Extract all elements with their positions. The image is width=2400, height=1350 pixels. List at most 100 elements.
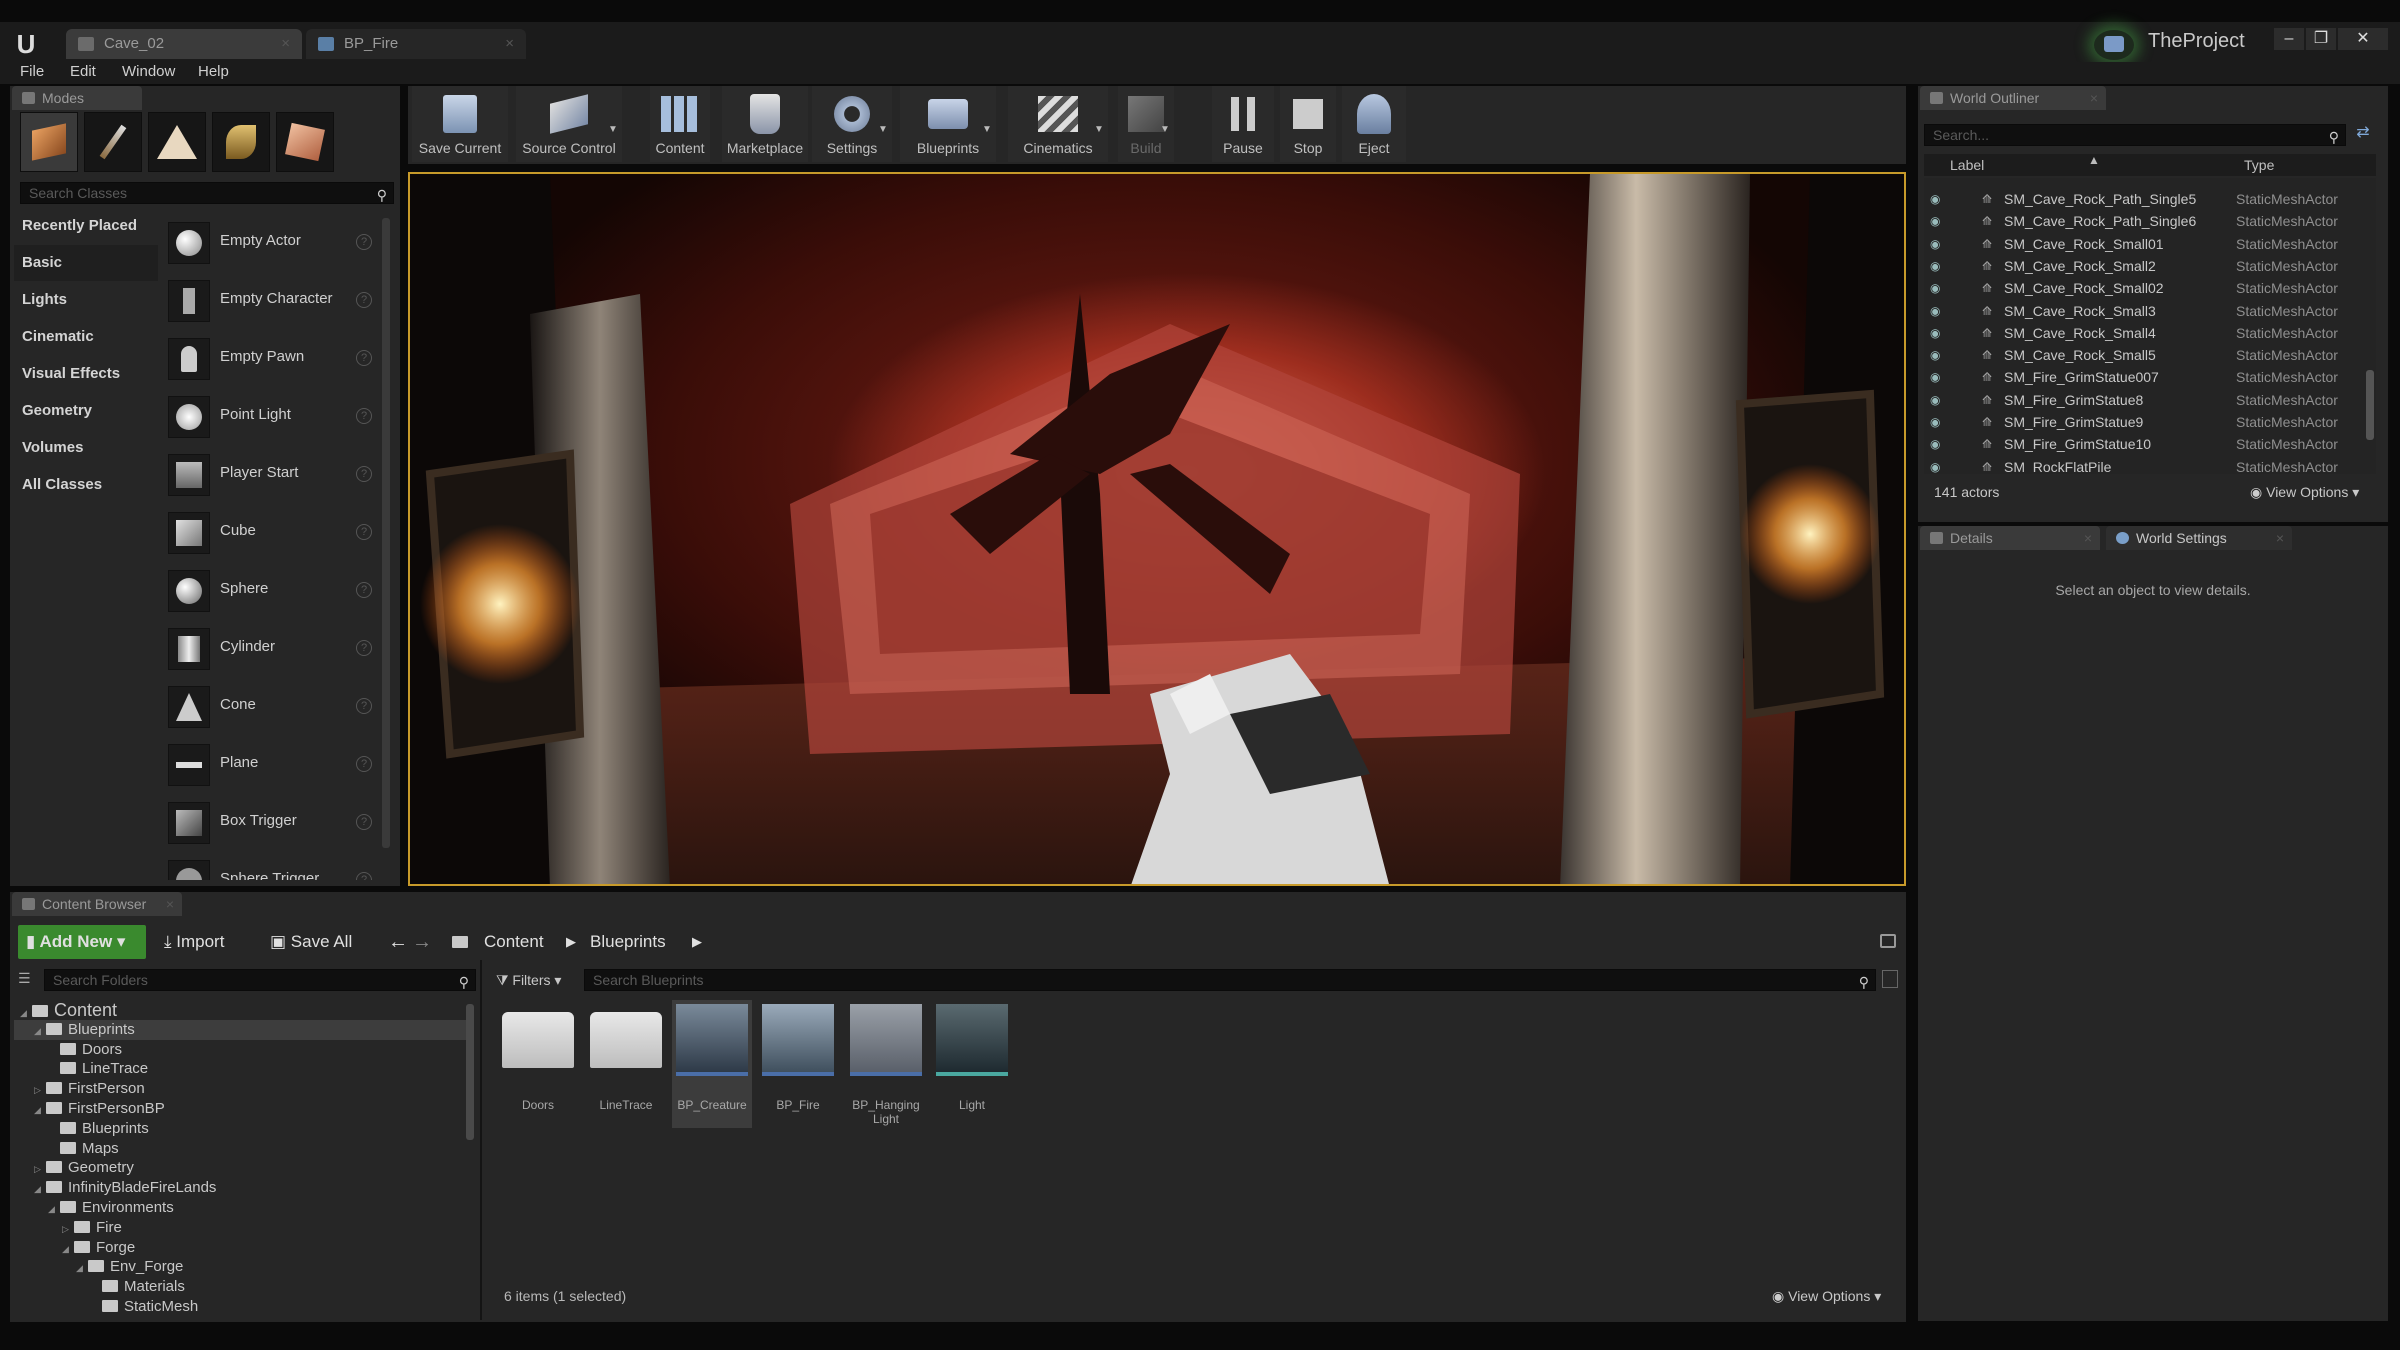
visibility-eye-icon[interactable]: ◉ <box>1930 255 1940 277</box>
place-mode-button[interactable] <box>20 112 78 172</box>
outliner-row[interactable]: ◉ ⟰ SM_Cave_Rock_Small4 StaticMeshActor <box>1924 322 2376 344</box>
tree-folder-linetrace[interactable]: LineTrace <box>14 1059 468 1079</box>
breadcrumb-content[interactable]: Content <box>484 925 544 959</box>
maximize-button[interactable]: ❐ <box>2306 28 2336 50</box>
placeable-sphere[interactable]: Sphere? <box>164 560 374 618</box>
help-icon[interactable]: ? <box>356 872 372 880</box>
close-icon[interactable]: × <box>2084 526 2092 550</box>
landscape-mode-button[interactable] <box>148 112 206 172</box>
blueprints-button[interactable]: Blueprints ▼ <box>900 86 996 162</box>
pause-button[interactable]: Pause <box>1212 86 1274 162</box>
foliage-mode-button[interactable] <box>212 112 270 172</box>
placeable-point-light[interactable]: Point Light? <box>164 386 374 444</box>
splitter[interactable] <box>480 960 482 1320</box>
outliner-row[interactable]: ◉ ⟰ SM_Fire_GrimStatue8 StaticMeshActor <box>1924 389 2376 411</box>
tree-folder-firstperson[interactable]: ▷ FirstPerson <box>14 1079 468 1099</box>
breadcrumb-separator-icon[interactable]: ▶ <box>692 925 702 959</box>
expanded-arrow-icon[interactable]: ◢ <box>76 1258 88 1278</box>
breadcrumb-separator-icon[interactable]: ▶ <box>566 925 576 959</box>
asset-bp-creature[interactable]: BP_Creature <box>672 1000 752 1128</box>
tab-cave-02[interactable]: Cave_02 × <box>66 29 302 59</box>
search-assets-input[interactable]: Search Blueprints ⚲ <box>584 969 1876 991</box>
placeable-empty-actor[interactable]: Empty Actor? <box>164 212 374 270</box>
help-icon[interactable]: ? <box>356 698 372 714</box>
visibility-eye-icon[interactable]: ◉ <box>1930 411 1940 433</box>
dropdown-arrow-icon[interactable]: ▼ <box>982 124 992 135</box>
save-current-button[interactable]: Save Current <box>412 86 508 162</box>
help-icon[interactable]: ? <box>356 524 372 540</box>
history-forward-button[interactable]: → <box>412 925 432 959</box>
stop-button[interactable]: Stop <box>1280 86 1336 162</box>
close-icon[interactable]: × <box>2276 526 2284 550</box>
tree-folder-blueprints[interactable]: Blueprints <box>14 1119 468 1139</box>
tab-bp-fire[interactable]: BP_Fire × <box>306 29 526 59</box>
tree-folder-infinitybladefirelands[interactable]: ◢ InfinityBladeFireLands <box>14 1178 468 1198</box>
cinematics-button[interactable]: Cinematics ▼ <box>1008 86 1108 162</box>
collapsed-arrow-icon[interactable]: ▷ <box>62 1219 74 1239</box>
outliner-settings-icon[interactable]: ⇄ <box>2350 122 2376 146</box>
asset-view-options-button[interactable]: ◉ View Options ▾ <box>1772 1288 1881 1305</box>
path-content-icon[interactable] <box>452 925 474 959</box>
collapsed-arrow-icon[interactable]: ▷ <box>34 1159 46 1179</box>
menu-help[interactable]: Help <box>198 63 229 80</box>
modes-scrollbar[interactable] <box>382 218 390 848</box>
tree-folder-geometry[interactable]: ▷ Geometry <box>14 1158 468 1178</box>
sources-toggle-icon[interactable]: ☰ <box>18 970 38 990</box>
dropdown-arrow-icon[interactable]: ▼ <box>1160 124 1170 135</box>
help-icon[interactable]: ? <box>356 640 372 656</box>
outliner-row[interactable]: ◉ ⟰ SM_Fire_GrimStatue10 StaticMeshActor <box>1924 433 2376 455</box>
placeable-cylinder[interactable]: Cylinder? <box>164 618 374 676</box>
placeable-cube[interactable]: Cube? <box>164 502 374 560</box>
breadcrumb-blueprints[interactable]: Blueprints <box>590 925 666 959</box>
outliner-search-input[interactable]: Search... ⚲ <box>1924 124 2346 146</box>
content-button[interactable]: Content <box>650 86 710 162</box>
minimize-button[interactable]: – <box>2274 28 2304 50</box>
tab-world-settings[interactable]: World Settings × <box>2106 526 2292 550</box>
history-back-button[interactable]: ← <box>388 925 408 959</box>
outliner-row[interactable]: ◉ ⟰ SM_Fire_GrimStatue9 StaticMeshActor <box>1924 411 2376 433</box>
add-new-button[interactable]: ▮ Add New ▾ <box>18 925 146 959</box>
source-control-button[interactable]: Source Control ▼ <box>516 86 622 162</box>
search-folders-input[interactable]: Search Folders ⚲ <box>44 969 476 991</box>
tree-folder-content[interactable]: ◢ Content <box>14 1000 468 1022</box>
category-all-classes[interactable]: All Classes <box>14 467 158 503</box>
placeable-box-trigger[interactable]: Box Trigger? <box>164 792 374 850</box>
outliner-row[interactable]: ◉ ⟰ SM_Cave_Rock_Small3 StaticMeshActor <box>1924 300 2376 322</box>
close-window-button[interactable]: ✕ <box>2338 28 2388 50</box>
visibility-eye-icon[interactable]: ◉ <box>1930 233 1940 255</box>
tab-world-outliner[interactable]: World Outliner × <box>1920 86 2106 110</box>
lock-icon[interactable] <box>1880 934 1896 948</box>
dropdown-arrow-icon[interactable]: ▼ <box>1094 124 1104 135</box>
close-icon[interactable]: × <box>166 892 174 916</box>
expanded-arrow-icon[interactable]: ◢ <box>34 1021 46 1041</box>
source-control-status-icon[interactable] <box>2094 30 2134 60</box>
column-label-header[interactable]: Label <box>1950 157 1984 173</box>
collapsed-arrow-icon[interactable]: ▷ <box>34 1080 46 1100</box>
visibility-eye-icon[interactable]: ◉ <box>1930 433 1940 455</box>
expanded-arrow-icon[interactable]: ◢ <box>34 1100 46 1120</box>
eject-button[interactable]: Eject <box>1342 86 1406 162</box>
expanded-arrow-icon[interactable]: ◢ <box>62 1239 74 1259</box>
asset-bp-fire[interactable]: BP_Fire <box>758 1000 838 1128</box>
tree-folder-maps[interactable]: Maps <box>14 1139 468 1159</box>
tree-folder-staticmesh[interactable]: StaticMesh <box>14 1297 468 1312</box>
close-icon[interactable]: × <box>2090 86 2098 110</box>
tree-folder-doors[interactable]: Doors <box>14 1040 468 1060</box>
help-icon[interactable]: ? <box>356 408 372 424</box>
help-icon[interactable]: ? <box>356 756 372 772</box>
placeable-player-start[interactable]: Player Start? <box>164 444 374 502</box>
outliner-view-options-button[interactable]: ◉ View Options ▾ <box>2250 484 2359 501</box>
geometry-mode-button[interactable] <box>276 112 334 172</box>
tree-folder-blueprints[interactable]: ◢ Blueprints <box>14 1019 468 1041</box>
help-icon[interactable]: ? <box>356 292 372 308</box>
tree-folder-fire[interactable]: ▷ Fire <box>14 1218 468 1238</box>
menu-file[interactable]: File <box>20 63 44 80</box>
placeable-empty-pawn[interactable]: Empty Pawn? <box>164 328 374 386</box>
help-icon[interactable]: ? <box>356 234 372 250</box>
import-button[interactable]: ⤓ Import <box>164 925 224 959</box>
category-geometry[interactable]: Geometry <box>14 393 158 429</box>
tab-details[interactable]: Details × <box>1920 526 2100 550</box>
search-classes-input[interactable]: Search Classes ⚲ <box>20 182 394 204</box>
visibility-eye-icon[interactable]: ◉ <box>1930 210 1940 232</box>
marketplace-button[interactable]: Marketplace <box>722 86 808 162</box>
